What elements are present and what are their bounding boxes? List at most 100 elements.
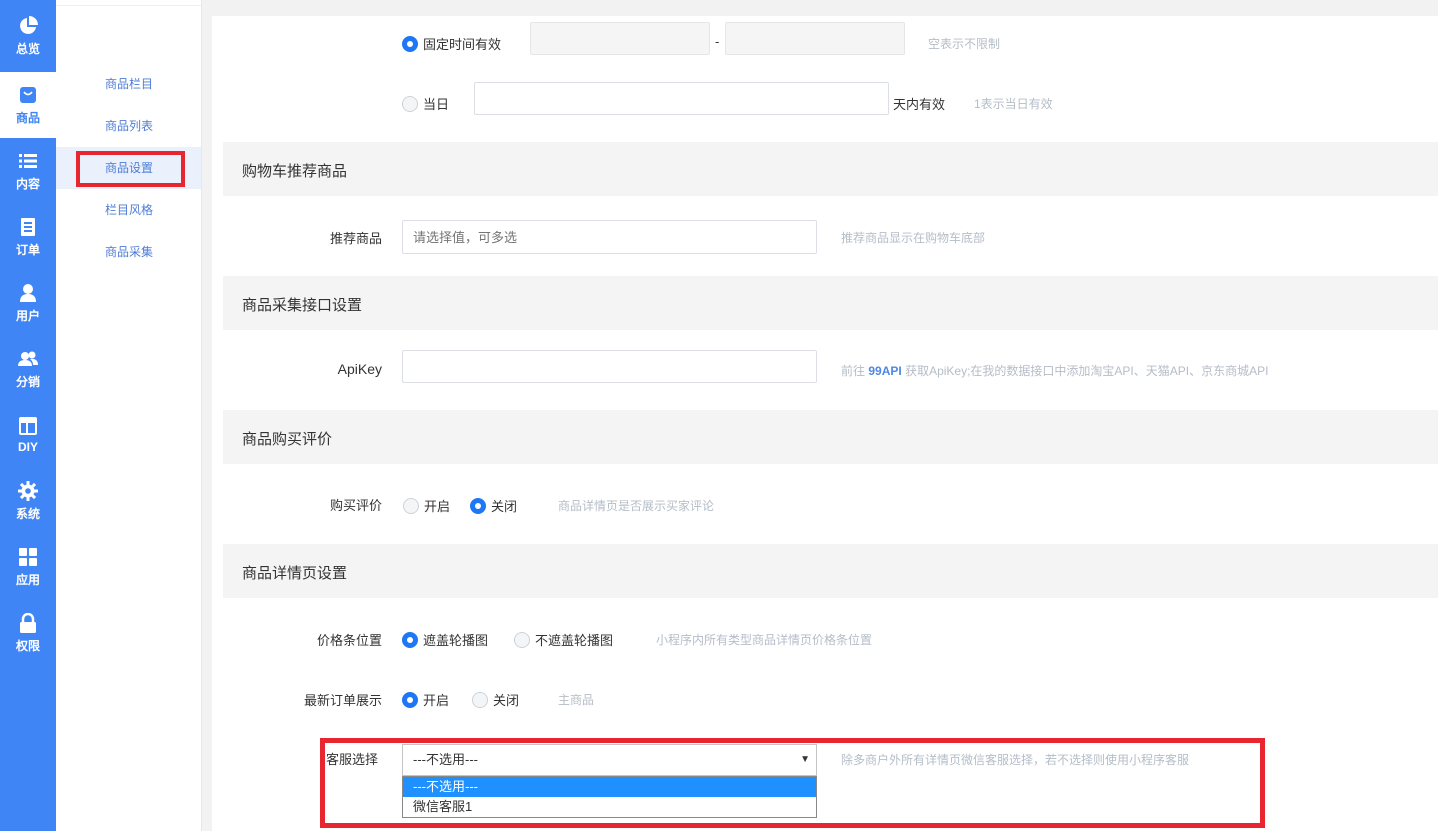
pie-chart-icon [20, 15, 38, 34]
radio-dot [470, 497, 486, 514]
radio-dot [403, 497, 419, 514]
recommend-hint: 推荐商品显示在购物车底部 [841, 231, 986, 245]
radio-dot [402, 631, 418, 648]
radio-label: 不遮盖轮播图 [535, 633, 614, 648]
price-bar-hint: 小程序内所有类型商品详情页价格条位置 [656, 633, 873, 647]
radio-order-on[interactable]: 开启 [402, 690, 449, 709]
subnav-item-product-settings[interactable]: 商品设置 [56, 147, 201, 189]
subnav-label: 商品设置 [105, 161, 154, 175]
nav-item-distribution[interactable]: 分销 [0, 336, 56, 402]
radio-dot [472, 691, 488, 708]
nav-item-orders[interactable]: 订单 [0, 204, 56, 270]
section-title: 商品详情页设置 [242, 565, 348, 582]
latest-order-hint: 主商品 [558, 693, 595, 707]
nav-label: 总览 [15, 41, 40, 56]
subnav-label: 商品列表 [105, 119, 154, 133]
nav-item-diy[interactable]: DIY [0, 402, 56, 468]
nav-label: 商品 [15, 110, 40, 125]
nav-item-permissions[interactable]: 权限 [0, 600, 56, 666]
users-icon [18, 351, 38, 366]
nav-label: 内容 [15, 176, 40, 191]
subnav-item-category-style[interactable]: 栏目风格 [56, 189, 201, 231]
main-panel: 固定时间有效 - 空表示不限制 当日 天内有效 1表示当日有效 购物车推荐商品 … [212, 0, 1438, 831]
days-input[interactable] [474, 82, 889, 115]
radio-review-on[interactable]: 开启 [403, 496, 450, 515]
section-title: 购物车推荐商品 [242, 163, 348, 180]
apikey-label: ApiKey [337, 361, 382, 377]
radio-day-valid[interactable]: 当日 [402, 94, 449, 113]
recommend-products-input[interactable] [402, 220, 817, 254]
service-label: 客服选择 [326, 752, 379, 767]
service-option[interactable]: 微信客服1 [403, 797, 816, 817]
nav-item-users[interactable]: 用户 [0, 270, 56, 336]
section-review: 商品购买评价 [223, 410, 1438, 464]
service-select-value: ---不选用--- [413, 752, 478, 767]
radio-dot [402, 95, 418, 112]
section-title: 商品购买评价 [242, 431, 333, 448]
service-select[interactable]: ---不选用--- ▼ [402, 744, 817, 776]
nav-label: 系统 [15, 506, 40, 521]
review-label: 购买评价 [329, 498, 382, 513]
apikey-input[interactable] [402, 350, 817, 383]
radio-label: 开启 [424, 499, 451, 514]
subnav-item-product-collect[interactable]: 商品采集 [56, 231, 201, 273]
radio-label: 关闭 [493, 693, 520, 708]
radio-label: 开启 [423, 693, 450, 708]
section-api: 商品采集接口设置 [223, 276, 1438, 330]
radio-label: 固定时间有效 [423, 37, 502, 52]
subnav-label: 商品采集 [105, 245, 154, 259]
radio-order-off[interactable]: 关闭 [472, 690, 519, 709]
start-date-input[interactable] [530, 22, 710, 55]
subnav-label: 栏目风格 [105, 203, 154, 217]
radio-dot [402, 35, 418, 52]
nav-label: DIY [17, 440, 38, 454]
subnav-label: 商品栏目 [105, 77, 154, 91]
list-icon [19, 153, 37, 168]
service-option[interactable]: ---不选用--- [403, 777, 816, 797]
price-bar-label: 价格条位置 [316, 633, 382, 648]
radio-review-off[interactable]: 关闭 [470, 496, 517, 515]
nav-item-system[interactable]: 系统 [0, 468, 56, 534]
document-icon [21, 217, 35, 236]
section-cart-recommend: 购物车推荐商品 [223, 142, 1438, 196]
grid-icon [19, 547, 37, 566]
review-hint: 商品详情页是否展示买家评论 [558, 499, 715, 513]
recommend-label: 推荐商品 [329, 231, 382, 246]
nav-label: 订单 [15, 242, 40, 257]
nav-label: 分销 [15, 374, 40, 389]
radio-price-cover[interactable]: 遮盖轮播图 [402, 630, 488, 649]
radio-dot [514, 631, 530, 648]
api-99api-link[interactable]: 99API [868, 364, 901, 378]
user-icon [20, 283, 36, 302]
radio-label: 遮盖轮播图 [423, 633, 489, 648]
days-suffix: 天内有效 [893, 97, 946, 112]
radio-fixed-time[interactable]: 固定时间有效 [402, 34, 501, 53]
subnav-item-categories[interactable]: 商品栏目 [56, 63, 201, 105]
nav-item-products[interactable]: 商品 [0, 72, 56, 138]
nav-item-apps[interactable]: 应用 [0, 534, 56, 600]
shopping-bag-icon [20, 86, 36, 103]
latest-order-label: 最新订单展示 [303, 693, 382, 708]
nav-label: 用户 [15, 308, 40, 323]
main-sidebar: 总览 商品 内容 订单 用户 分销 DIY 系统 应用 权限 [0, 0, 56, 831]
radio-label: 关闭 [491, 499, 518, 514]
gear-icon [18, 480, 38, 501]
radio-dot [402, 691, 418, 708]
end-date-input[interactable] [725, 22, 905, 55]
sub-sidebar: 商品栏目 商品列表 商品设置 栏目风格 商品采集 [56, 0, 202, 831]
subnav-item-product-list[interactable]: 商品列表 [56, 105, 201, 147]
nav-item-overview[interactable]: 总览 [0, 0, 56, 72]
fixed-time-hint: 空表示不限制 [928, 37, 1001, 51]
date-separator: - [715, 34, 720, 49]
days-hint: 1表示当日有效 [974, 97, 1053, 111]
section-detail: 商品详情页设置 [223, 544, 1438, 598]
api-hint-prefix: 前往 [841, 364, 866, 378]
layout-icon [19, 417, 37, 435]
section-title: 商品采集接口设置 [242, 297, 363, 314]
nav-item-content[interactable]: 内容 [0, 138, 56, 204]
chevron-down-icon: ▼ [800, 754, 810, 765]
nav-label: 应用 [15, 572, 40, 587]
service-hint: 除多商户外所有详情页微信客服选择，若不选择则使用小程序客服 [841, 753, 1190, 767]
radio-price-no-cover[interactable]: 不遮盖轮播图 [514, 630, 613, 649]
nav-label: 权限 [15, 638, 40, 653]
